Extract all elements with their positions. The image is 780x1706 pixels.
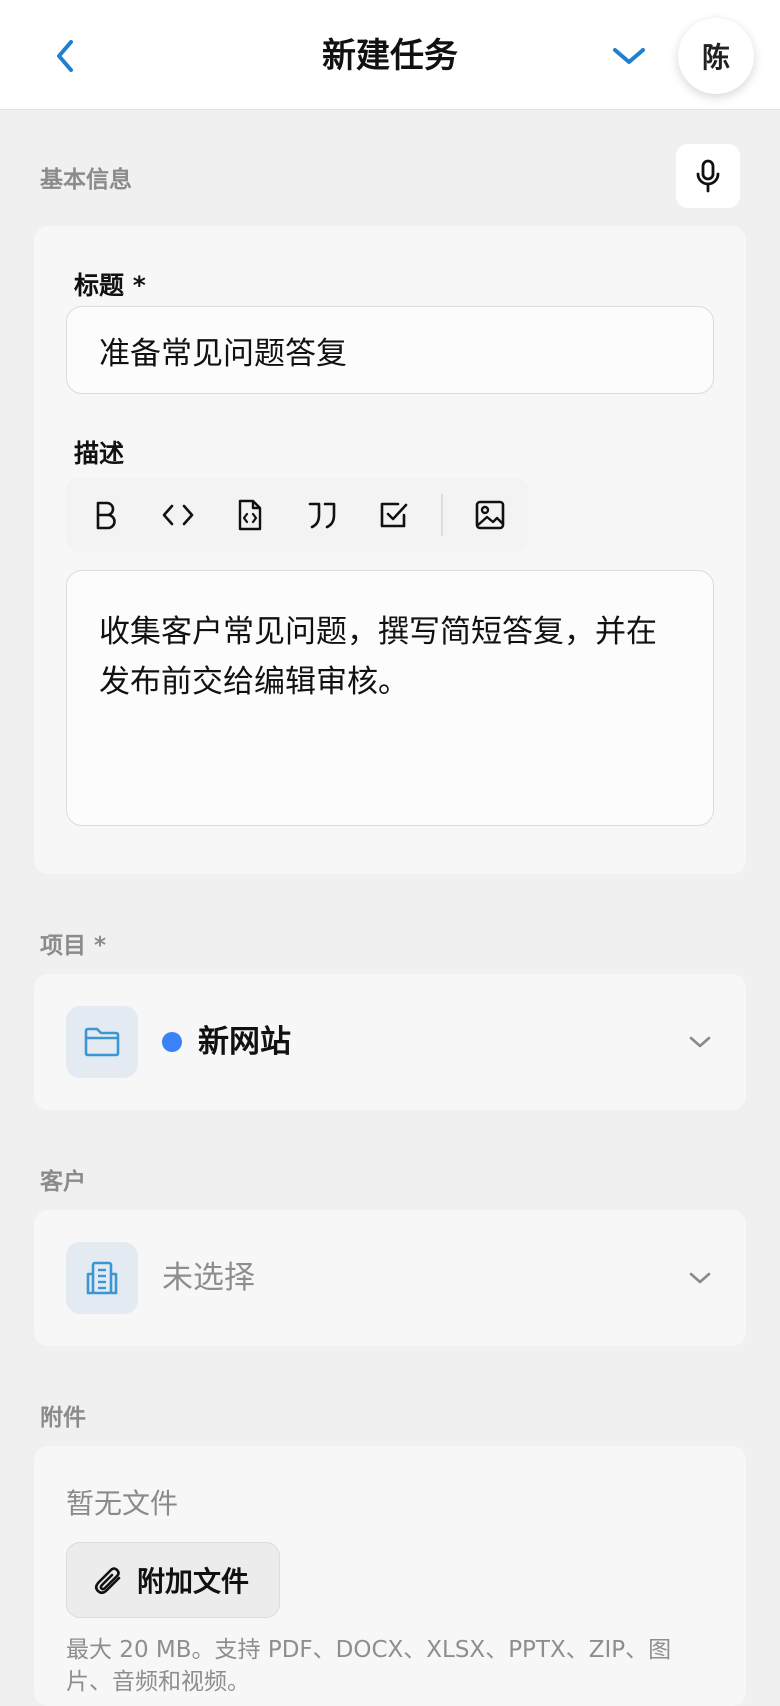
chevron-down-icon: [689, 1036, 711, 1048]
quote-button[interactable]: [298, 491, 346, 539]
avatar[interactable]: 陈: [678, 18, 754, 94]
paperclip-icon: [94, 1567, 121, 1595]
top-bar: 新建任务 陈: [0, 0, 780, 110]
attach-file-button[interactable]: 附加文件: [66, 1542, 280, 1618]
project-color-dot: [162, 1032, 182, 1052]
formatting-toolbar: [66, 478, 528, 552]
page-title: 新建任务: [322, 36, 458, 76]
building-icon: [86, 1261, 118, 1295]
microphone-icon: [696, 159, 720, 193]
folder-icon: [84, 1027, 120, 1057]
project-icon-tile: [66, 1006, 138, 1078]
client-select[interactable]: 未选择: [34, 1210, 746, 1346]
code-file-icon: [238, 499, 262, 531]
section-label-client: 客户: [40, 1169, 86, 1195]
bold-button[interactable]: [82, 491, 130, 539]
description-input[interactable]: 收集客户常见问题，撰写简短答复，并在发布前交给编辑审核。: [66, 570, 714, 826]
section-label-basic-info: 基本信息: [40, 167, 132, 193]
title-input[interactable]: [66, 306, 714, 394]
project-value: 新网站: [198, 1024, 291, 1060]
chevron-down-icon: [613, 48, 645, 64]
client-icon-tile: [66, 1242, 138, 1314]
attachment-hint: 最大 20 MB。支持 PDF、DOCX、XLSX、PPTX、ZIP、图片、音频…: [66, 1637, 672, 1695]
bold-icon: [96, 501, 116, 530]
client-chevron: [684, 1262, 716, 1294]
code-button[interactable]: [154, 491, 202, 539]
no-files-text: 暂无文件: [66, 1487, 179, 1520]
description-label: 描述: [74, 439, 125, 468]
section-label-project: 项目 *: [40, 933, 107, 959]
project-select[interactable]: 新网站: [34, 974, 746, 1110]
image-icon: [475, 500, 505, 530]
chevron-down-icon: [689, 1272, 711, 1284]
attachments-card: 暂无文件 附加文件 最大 20 MB。支持 PDF、DOCX、XLSX、PPTX…: [34, 1446, 746, 1706]
quote-icon: [308, 502, 336, 529]
collapse-button[interactable]: [604, 30, 654, 82]
attach-file-label: 附加文件: [137, 1565, 250, 1598]
title-label: 标题 *: [74, 271, 146, 300]
code-icon: [162, 504, 194, 526]
project-chevron: [684, 1026, 716, 1058]
toolbar-divider: [441, 494, 443, 536]
checklist-button[interactable]: [370, 491, 418, 539]
section-label-attachments: 附件: [40, 1405, 86, 1431]
checkbox-icon: [380, 502, 408, 528]
code-block-button[interactable]: [226, 491, 274, 539]
voice-input-button[interactable]: [676, 144, 740, 208]
insert-image-button[interactable]: [466, 491, 514, 539]
client-value: 未选择: [162, 1260, 255, 1296]
